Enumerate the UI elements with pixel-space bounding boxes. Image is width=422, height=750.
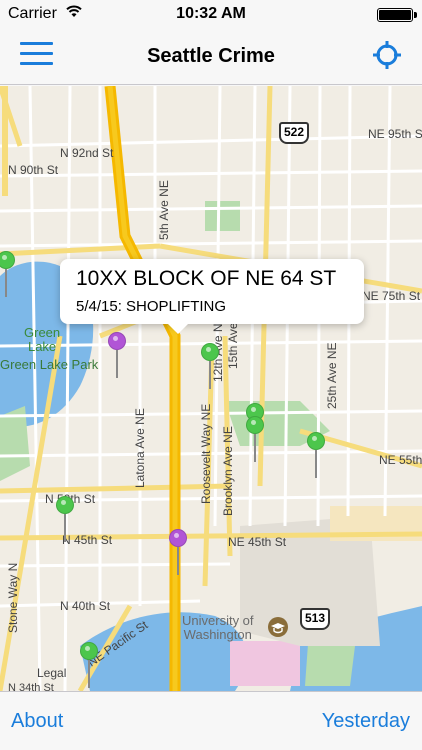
street-label: NE 75th St bbox=[362, 289, 421, 303]
about-button[interactable]: About bbox=[11, 710, 63, 733]
page-title: Seattle Crime bbox=[147, 45, 275, 67]
pink-area bbox=[230, 641, 300, 686]
street-label: Roosevelt Way NE bbox=[199, 403, 213, 504]
crime-pin[interactable] bbox=[108, 332, 126, 378]
street-label: Stone Way N bbox=[6, 562, 20, 633]
street-label: 25th Ave NE bbox=[325, 342, 339, 410]
street-label: N 40th St bbox=[60, 599, 111, 613]
university-label: University of Washington bbox=[182, 613, 254, 642]
street-label: NE 55th St bbox=[379, 453, 422, 467]
crime-callout[interactable]: 10XX BLOCK OF NE 64 ST 5/4/15: SHOPLIFTI… bbox=[60, 259, 364, 334]
location-crosshair-icon[interactable] bbox=[372, 40, 402, 70]
street-label: N 45th St bbox=[62, 533, 113, 547]
map-view[interactable]: N 92nd St N 90th St 5th Ave NE NE 95th S… bbox=[0, 86, 422, 691]
street-label: N 92nd St bbox=[60, 146, 114, 160]
crime-pin[interactable] bbox=[201, 343, 219, 389]
park-area bbox=[205, 201, 240, 231]
date-range-button[interactable]: Yesterday bbox=[322, 710, 410, 733]
crime-pin[interactable] bbox=[0, 251, 15, 297]
highway-shield: 513 bbox=[300, 608, 330, 630]
callout-address: 10XX BLOCK OF NE 64 ST bbox=[76, 267, 337, 290]
nav-bar: Seattle Crime bbox=[0, 28, 422, 85]
status-bar: Carrier 10:32 AM bbox=[0, 0, 422, 28]
callout-detail: 5/4/15: SHOPLIFTING bbox=[76, 298, 227, 315]
legal-label[interactable]: Legal bbox=[37, 666, 66, 680]
graduation-cap-icon bbox=[268, 617, 288, 637]
crime-pin[interactable] bbox=[80, 642, 98, 688]
street-label: N 90th St bbox=[8, 163, 59, 177]
battery-icon bbox=[377, 8, 417, 22]
bottom-toolbar: About Yesterday bbox=[0, 691, 422, 750]
street-label: Brooklyn Ave NE bbox=[221, 426, 235, 516]
highway-shield: 522 bbox=[279, 122, 309, 144]
lake-label: Green Lake bbox=[24, 325, 61, 354]
street-label: 5th Ave NE bbox=[157, 180, 171, 240]
crime-pin[interactable] bbox=[56, 496, 74, 542]
street-label: NE 95th St bbox=[368, 127, 422, 141]
crime-pin[interactable] bbox=[246, 416, 264, 462]
park-label: Green Lake Park bbox=[0, 357, 99, 372]
street-label: NE 45th St bbox=[228, 535, 287, 549]
clock: 10:32 AM bbox=[176, 5, 246, 22]
crime-pin[interactable] bbox=[169, 529, 187, 575]
street-label: Latona Ave NE bbox=[133, 408, 147, 488]
crime-pin[interactable] bbox=[307, 432, 325, 478]
street-label: N 34th St bbox=[8, 682, 54, 691]
